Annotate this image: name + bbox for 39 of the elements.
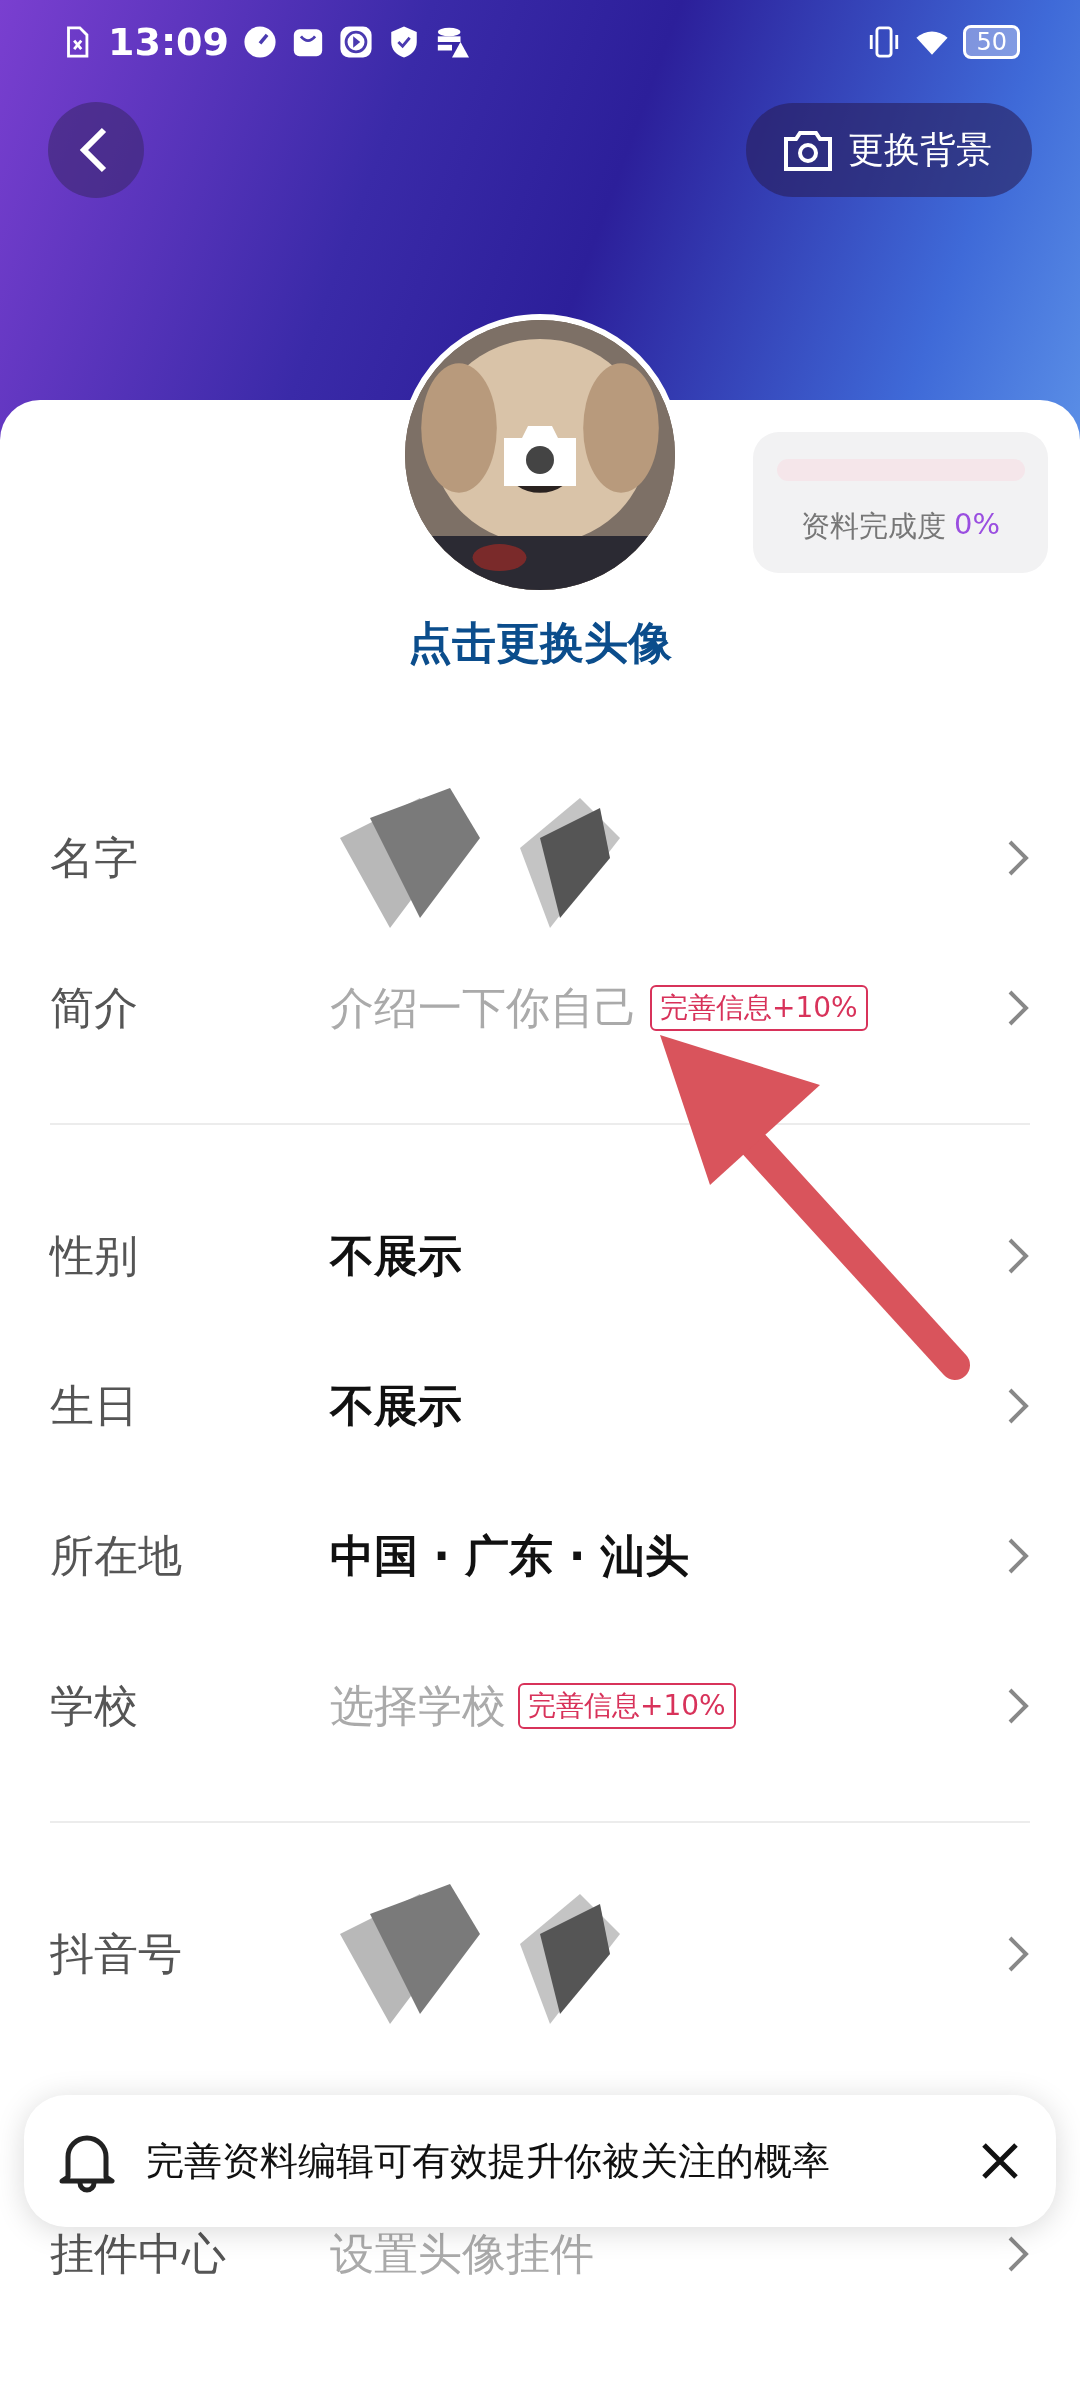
chevron-icon: [1006, 2234, 1030, 2274]
chevron-icon: [1006, 1934, 1030, 1974]
change-avatar-link[interactable]: 点击更换头像: [0, 614, 1080, 673]
row-label: 挂件中心: [50, 2229, 227, 2279]
profile-row[interactable]: 名字: [50, 783, 1030, 933]
row-label: 性别: [50, 1231, 139, 1281]
row-value: 不展示: [330, 1381, 462, 1431]
row-label: 所在地: [50, 1531, 183, 1581]
row-label: 抖音号: [50, 1929, 183, 1979]
battery-level: 50: [963, 25, 1020, 59]
profile-row[interactable]: 所在地 中国 · 广东 · 汕头: [50, 1481, 1030, 1631]
row-hint: 选择学校: [330, 1681, 506, 1731]
completion-label: 资料完成度: [801, 507, 946, 545]
profile-row[interactable]: 抖音号: [50, 1879, 1030, 2029]
row-label: 学校: [50, 1681, 139, 1731]
row-label: 生日: [50, 1381, 139, 1431]
status-time: 13:09: [108, 20, 229, 64]
chevron-icon: [1006, 988, 1030, 1028]
chevron-icon: [1006, 838, 1030, 878]
profile-row[interactable]: 简介 介绍一下你自己 完善信息+10%: [50, 933, 1030, 1083]
profile-row[interactable]: 生日 不展示: [50, 1331, 1030, 1481]
row-label: 简介: [50, 983, 139, 1033]
play-icon: [338, 25, 373, 59]
chevron-icon: [1006, 1686, 1030, 1726]
row-value: 不展示: [330, 1231, 462, 1281]
bonus-tag: 完善信息+10%: [518, 1683, 736, 1729]
bonus-tag: 完善信息+10%: [650, 985, 868, 1031]
row-hint: 设置头像挂件: [330, 2229, 594, 2279]
profile-row[interactable]: 学校 选择学校 完善信息+10%: [50, 1631, 1030, 1781]
row-value: 中国 · 广东 · 汕头: [330, 1531, 689, 1581]
chevron-icon: [1006, 1386, 1030, 1426]
completion-percent: 0%: [954, 506, 1000, 543]
speedometer-icon: [242, 25, 277, 59]
profile-row[interactable]: 性别 不展示: [50, 1181, 1030, 1331]
row-hint: 介绍一下你自己: [330, 983, 638, 1033]
row-label: 名字: [50, 833, 139, 883]
chevron-icon: [1006, 1236, 1030, 1276]
chevron-icon: [1006, 1536, 1030, 1576]
change-background-button[interactable]: 更换背景: [746, 103, 1032, 197]
